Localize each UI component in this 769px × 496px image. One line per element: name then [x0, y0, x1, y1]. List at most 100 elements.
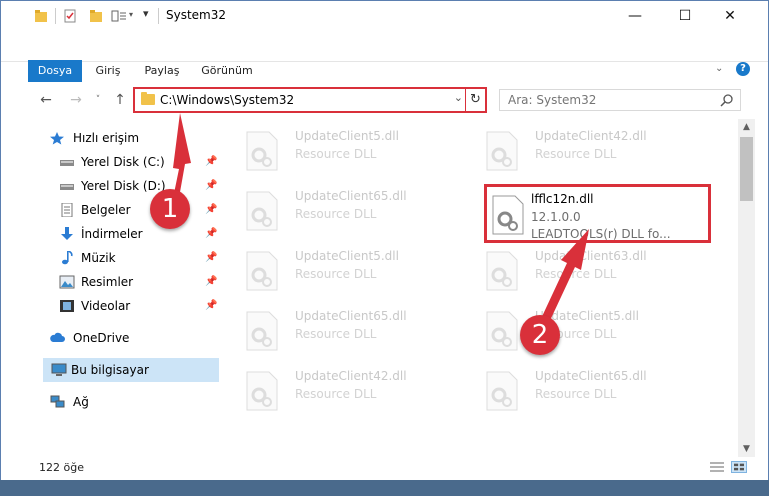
refresh-button[interactable]: ↻ [465, 89, 485, 111]
forward-button[interactable]: → [67, 91, 85, 109]
vertical-scrollbar[interactable]: ▲ ▼ [738, 119, 755, 457]
dll-file-icon [486, 371, 518, 411]
pin-icon[interactable]: 📌 [205, 300, 217, 311]
new-folder-icon[interactable] [89, 8, 103, 24]
search-icon[interactable] [720, 93, 734, 107]
dll-file-icon [246, 251, 278, 291]
sidebar-item-label: Hızlı erişim [73, 131, 140, 145]
pin-icon[interactable]: 📌 [205, 228, 217, 239]
file-name: UpdateClient5.dll [295, 249, 399, 263]
pin-icon[interactable]: 📌 [205, 180, 217, 191]
file-description: Resource DLL [295, 207, 377, 221]
file-description: Resource DLL [535, 267, 617, 281]
file-description: Resource DLL [295, 327, 377, 341]
file-name: UpdateClient5.dll [295, 129, 399, 143]
file-item[interactable]: UpdateClient65.dll Resource DLL [471, 359, 701, 413]
sidebar-item-local-disk-d[interactable]: Yerel Disk (D:) 📌 [1, 174, 223, 198]
cloud-icon [50, 332, 65, 342]
explorer-window: ▾ ▾ System32 — ☐ ✕ Dosya Giriş Paylaş Gö… [0, 0, 769, 495]
file-name: UpdateClient63.dll [535, 249, 647, 263]
drive-icon [60, 184, 74, 190]
sidebar-item-this-pc[interactable]: Bu bilgisayar [43, 358, 219, 382]
file-description: Resource DLL [535, 147, 617, 161]
help-icon[interactable]: ? [736, 62, 750, 76]
video-icon [60, 300, 74, 312]
chevron-down-icon[interactable]: ▾ [129, 10, 133, 19]
chevron-down-icon[interactable]: ⌄ [454, 91, 463, 104]
details-view-icon[interactable] [709, 461, 725, 473]
scroll-down-button[interactable]: ▼ [738, 441, 755, 457]
recent-locations-button[interactable]: ˅ [89, 91, 107, 109]
file-item-highlighted[interactable]: lfflc12n.dll 12.1.0.0 LEADTOOLS(r) DLL f… [484, 184, 711, 243]
sidebar-item-label: Videolar [81, 299, 131, 313]
scroll-up-button[interactable]: ▲ [738, 119, 755, 135]
customize-toolbar-icon[interactable]: ▾ [143, 7, 149, 20]
sidebar-item-label: OneDrive [73, 331, 130, 345]
tab-view[interactable]: Görünüm [195, 60, 259, 82]
sidebar-item-local-disk-c[interactable]: Yerel Disk (C:) 📌 [1, 150, 223, 174]
tab-file[interactable]: Dosya [28, 60, 82, 82]
view-options-icon[interactable] [111, 8, 127, 24]
file-item[interactable]: UpdateClient42.dll Resource DLL [231, 359, 461, 413]
sidebar-item-onedrive[interactable]: OneDrive [1, 326, 223, 350]
pictures-icon [59, 275, 75, 289]
folder-icon[interactable] [34, 8, 48, 24]
scroll-thumb[interactable] [740, 137, 753, 201]
properties-icon[interactable] [63, 8, 77, 24]
drive-icon [60, 160, 74, 166]
file-item[interactable]: UpdateClient65.dll Resource DLL [231, 299, 461, 353]
pin-icon[interactable]: 📌 [205, 204, 217, 215]
navigation-pane: Hızlı erişim Yerel Disk (C:) 📌 Yerel Dis… [1, 121, 223, 451]
step-badge-2: 2 [520, 315, 560, 355]
sidebar-item-music[interactable]: Müzik 📌 [1, 246, 223, 270]
network-icon [50, 395, 65, 408]
sidebar-item-label: Müzik [81, 251, 116, 265]
pin-icon[interactable]: 📌 [205, 252, 217, 263]
maximize-button[interactable]: ☐ [662, 1, 708, 31]
up-button[interactable]: ↑ [111, 91, 129, 109]
pin-icon[interactable]: 📌 [205, 156, 217, 167]
step-badge-1: 1 [150, 189, 190, 229]
pin-icon[interactable]: 📌 [205, 276, 217, 287]
ribbon-expand-icon[interactable]: ⌄ [715, 63, 723, 74]
status-bar: 122 öğe [1, 457, 768, 479]
file-item[interactable]: UpdateClient63.dll Resource DLL [471, 239, 701, 293]
file-version: 12.1.0.0 [531, 210, 581, 224]
sidebar-item-quick-access[interactable]: Hızlı erişim [1, 126, 223, 150]
download-icon [61, 227, 73, 240]
file-name: UpdateClient65.dll [295, 309, 407, 323]
large-icons-view-icon[interactable] [731, 461, 747, 473]
title-bar: ▾ ▾ System32 — ☐ ✕ [1, 1, 768, 31]
star-icon [50, 132, 64, 145]
address-bar[interactable]: C:\Windows\System32 ⌄ ↻ [133, 87, 487, 113]
file-item[interactable]: UpdateClient42.dll Resource DLL [471, 119, 701, 173]
sidebar-item-label: Resimler [81, 275, 134, 289]
file-item[interactable]: UpdateClient65.dll Resource DLL [231, 179, 461, 233]
search-input[interactable] [500, 90, 715, 110]
dll-file-icon [246, 311, 278, 351]
file-description: Resource DLL [295, 387, 377, 401]
dll-file-icon [246, 131, 278, 171]
sidebar-item-label: Yerel Disk (C:) [81, 155, 165, 169]
sidebar-item-videos[interactable]: Videolar 📌 [1, 294, 223, 318]
dll-file-icon [246, 371, 278, 411]
address-path[interactable]: C:\Windows\System32 [160, 93, 294, 107]
tab-share[interactable]: Paylaş [135, 60, 189, 82]
file-item[interactable]: UpdateClient5.dll Resource DLL [231, 119, 461, 173]
sidebar-item-label: Bu bilgisayar [71, 363, 149, 377]
file-item[interactable]: UpdateClient5.dll Resource DLL [231, 239, 461, 293]
tab-home[interactable]: Giriş [85, 60, 131, 82]
music-icon [62, 251, 73, 265]
sidebar-item-downloads[interactable]: İndirmeler 📌 [1, 222, 223, 246]
item-count: 122 öğe [39, 461, 84, 474]
close-button[interactable]: ✕ [707, 1, 753, 31]
file-item[interactable]: UpdateClient5.dll Resource DLL [471, 299, 701, 353]
sidebar-item-network[interactable]: Ağ [1, 390, 223, 414]
search-box[interactable] [499, 89, 741, 111]
back-button[interactable]: ← [37, 91, 55, 109]
minimize-button[interactable]: — [612, 1, 658, 31]
sidebar-item-pictures[interactable]: Resimler 📌 [1, 270, 223, 294]
file-name: lfflc12n.dll [531, 192, 594, 206]
dll-file-icon [486, 251, 518, 291]
file-list: UpdateClient5.dll Resource DLL UpdateCli… [231, 119, 736, 451]
